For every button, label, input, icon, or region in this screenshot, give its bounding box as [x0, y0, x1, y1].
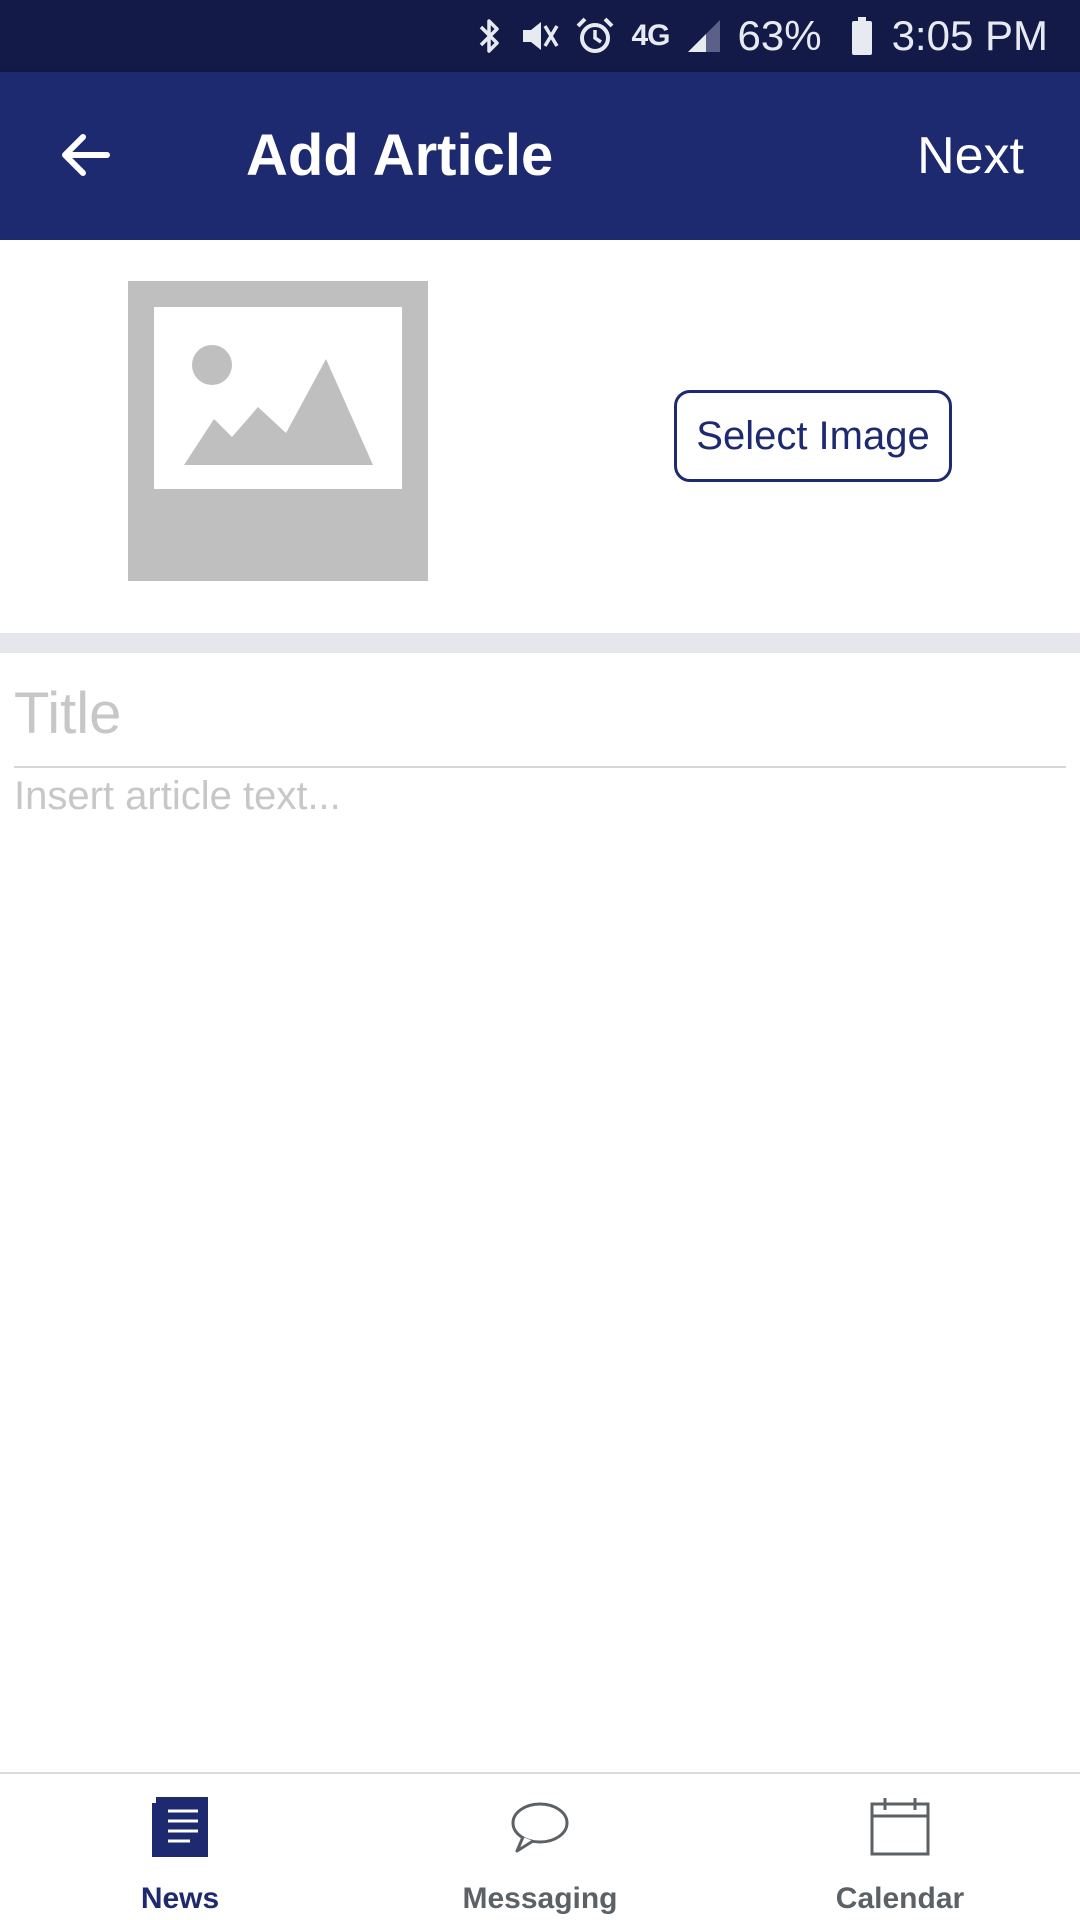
status-time: 3:05 PM — [891, 12, 1048, 59]
battery-icon — [850, 16, 874, 56]
nav-label-calendar: Calendar — [835, 1882, 965, 1915]
nav-item-messaging[interactable]: Messaging — [360, 1774, 720, 1920]
arrow-left-icon — [57, 127, 113, 188]
nav-item-calendar[interactable]: Calendar — [720, 1774, 1080, 1920]
nav-item-news[interactable]: News — [0, 1774, 360, 1920]
battery-percent: 63% — [737, 12, 822, 59]
alarm-icon — [575, 16, 615, 56]
image-placeholder-icon — [128, 281, 428, 581]
status-bar: 4G 63% 3:05 PM — [0, 0, 1080, 72]
news-icon — [150, 1792, 210, 1862]
title-input[interactable] — [14, 660, 1066, 768]
bottom-nav: News Messaging Calendar — [0, 1772, 1080, 1920]
nav-label-news: News — [140, 1882, 220, 1915]
image-section: Select Image — [0, 240, 1080, 633]
next-button[interactable]: Next — [917, 127, 1024, 185]
vibrate-mute-icon — [519, 16, 559, 56]
nav-label-messaging: Messaging — [462, 1882, 618, 1915]
page-title: Add Article — [246, 123, 554, 188]
back-button[interactable] — [40, 112, 130, 202]
select-image-button[interactable]: Select Image — [674, 390, 952, 482]
calendar-icon — [869, 1792, 931, 1862]
article-text-input[interactable] — [14, 770, 1066, 1760]
chat-bubble-icon — [509, 1792, 571, 1862]
signal-icon — [686, 18, 722, 54]
app-bar: Add Article Next — [0, 72, 1080, 240]
bluetooth-icon — [477, 16, 503, 56]
section-divider — [0, 633, 1080, 653]
status-icons: 4G 63% — [477, 12, 873, 60]
4g-lte-icon: 4G — [631, 19, 670, 52]
